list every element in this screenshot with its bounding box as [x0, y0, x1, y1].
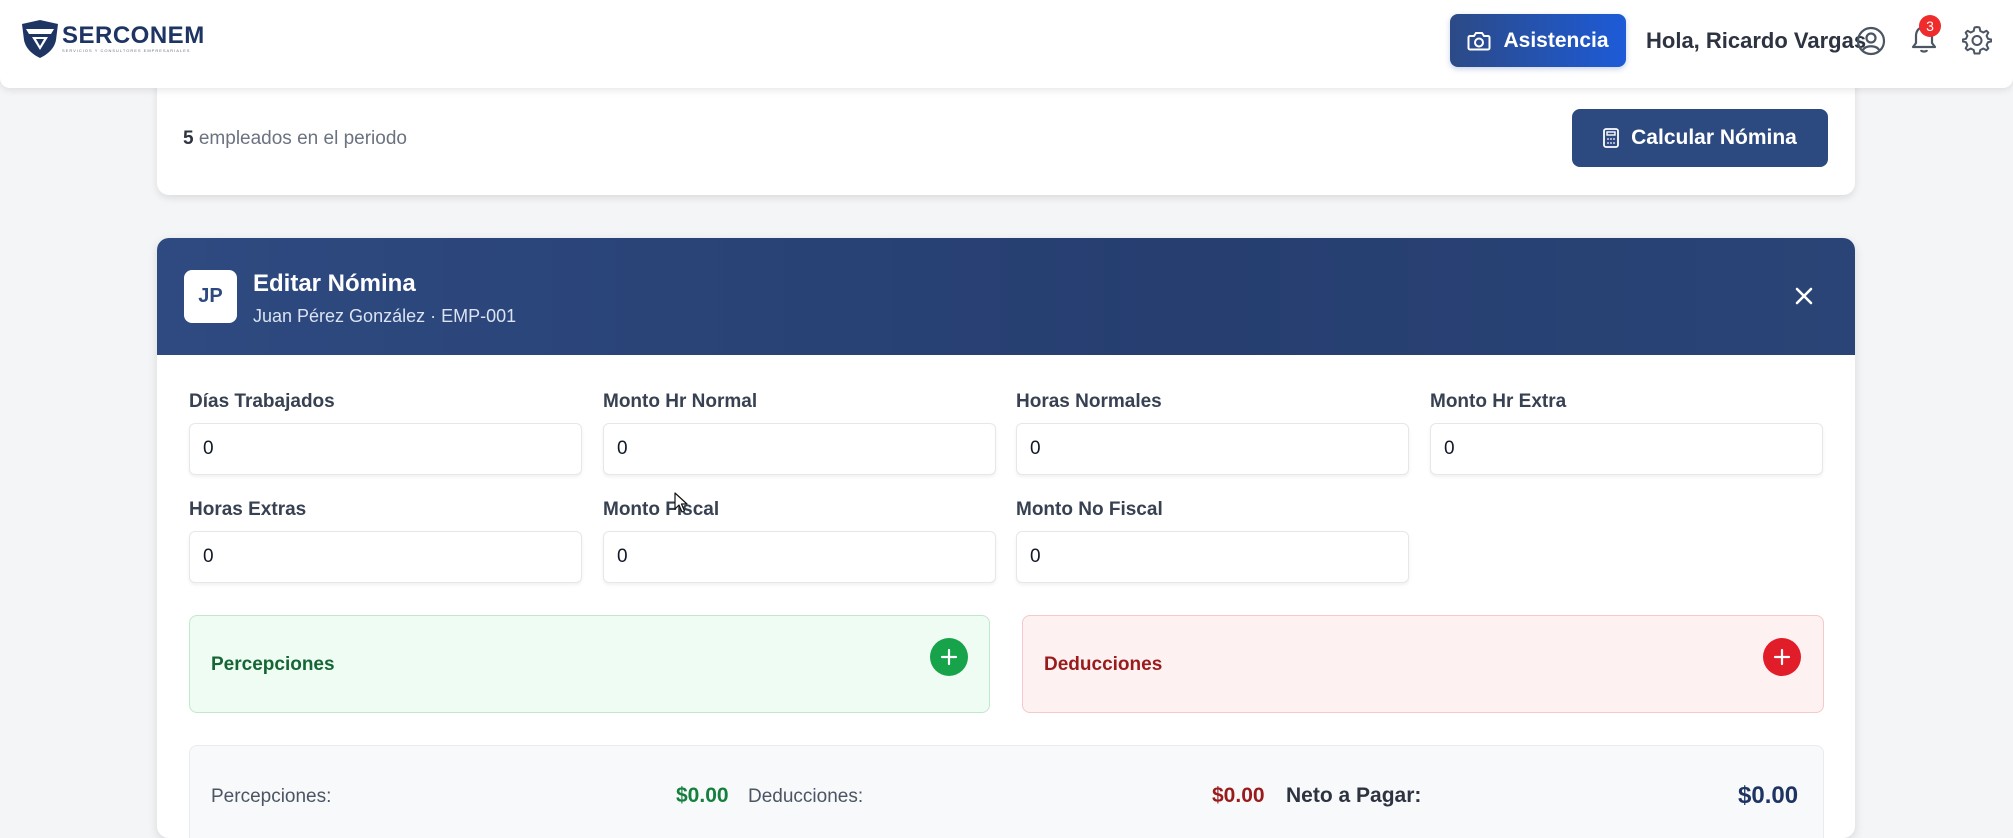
asistencia-button[interactable]: Asistencia	[1450, 14, 1626, 67]
edit-payroll-header: JP Editar Nómina Juan Pérez González · E…	[157, 238, 1855, 355]
percepciones-title: Percepciones	[211, 654, 335, 675]
monto-hr-normal-label: Monto Hr Normal	[603, 391, 758, 412]
deducciones-title: Deducciones	[1044, 654, 1163, 675]
deducciones-section: Deducciones	[1022, 615, 1824, 713]
mouse-cursor-icon	[674, 492, 688, 513]
camera-icon	[1467, 31, 1491, 50]
calcular-nomina-button[interactable]: Calcular Nómina	[1572, 109, 1828, 167]
add-percepcion-button[interactable]	[930, 638, 968, 676]
monto-hr-extra-label: Monto Hr Extra	[1430, 391, 1567, 412]
user-circle-icon[interactable]	[1856, 26, 1886, 56]
percepciones-total-label: Percepciones:	[211, 786, 332, 807]
gear-icon[interactable]	[1962, 25, 1992, 55]
plus-icon	[940, 648, 958, 666]
period-summary-card: 5 empleados en el periodo Calcular Nómin…	[157, 70, 1855, 195]
notification-badge: 3	[1919, 15, 1941, 37]
calculator-icon	[1603, 128, 1620, 148]
avatar: JP	[184, 270, 237, 323]
employee-count-text: 5 empleados en el periodo	[183, 128, 407, 150]
percepciones-section: Percepciones	[189, 615, 990, 713]
logo-name: SERCONEM	[62, 22, 205, 49]
percepciones-total-value: $0.00	[676, 784, 729, 807]
close-icon[interactable]	[1791, 283, 1817, 309]
edit-payroll-title: Editar Nómina	[253, 270, 416, 297]
employee-count-suffix: empleados en el periodo	[193, 128, 407, 149]
monto-no-fiscal-label: Monto No Fiscal	[1016, 499, 1163, 520]
serconem-logo[interactable]: SERCONEM SERVICIOS Y CONSULTORES EMPRESA…	[20, 20, 205, 58]
monto-hr-normal-input[interactable]	[603, 423, 996, 475]
monto-fiscal-input[interactable]	[603, 531, 996, 583]
user-greeting: Hola, Ricardo Vargas	[1646, 28, 1867, 53]
dias-trabajados-label: Días Trabajados	[189, 391, 335, 412]
dias-trabajados-input[interactable]	[189, 423, 582, 475]
neto-a-pagar-label: Neto a Pagar:	[1286, 784, 1422, 807]
monto-fiscal-label: Monto Fiscal	[603, 499, 720, 520]
monto-no-fiscal-input[interactable]	[1016, 531, 1409, 583]
shield-logo-icon	[22, 20, 58, 58]
plus-icon	[1773, 648, 1791, 666]
top-navbar: SERCONEM SERVICIOS Y CONSULTORES EMPRESA…	[0, 0, 2013, 88]
asistencia-label: Asistencia	[1503, 28, 1609, 52]
deducciones-total-value: $0.00	[1212, 784, 1265, 807]
payroll-summary: Percepciones: $0.00 Deducciones: $0.00 N…	[189, 745, 1824, 838]
neto-a-pagar-value: $0.00	[1738, 782, 1799, 809]
horas-normales-label: Horas Normales	[1016, 391, 1162, 412]
employee-count: 5	[183, 128, 194, 149]
horas-extras-label: Horas Extras	[189, 499, 307, 520]
add-deduccion-button[interactable]	[1763, 638, 1801, 676]
deducciones-total-label: Deducciones:	[748, 786, 864, 807]
calcular-nomina-label: Calcular Nómina	[1631, 126, 1797, 149]
horas-extras-input[interactable]	[189, 531, 582, 583]
edit-payroll-card: JP Editar Nómina Juan Pérez González · E…	[157, 238, 1855, 838]
monto-hr-extra-input[interactable]	[1430, 423, 1823, 475]
employee-subtitle: Juan Pérez González · EMP-001	[253, 306, 517, 326]
horas-normales-input[interactable]	[1016, 423, 1409, 475]
logo-tagline: SERVICIOS Y CONSULTORES EMPRESARIALES	[62, 48, 191, 53]
